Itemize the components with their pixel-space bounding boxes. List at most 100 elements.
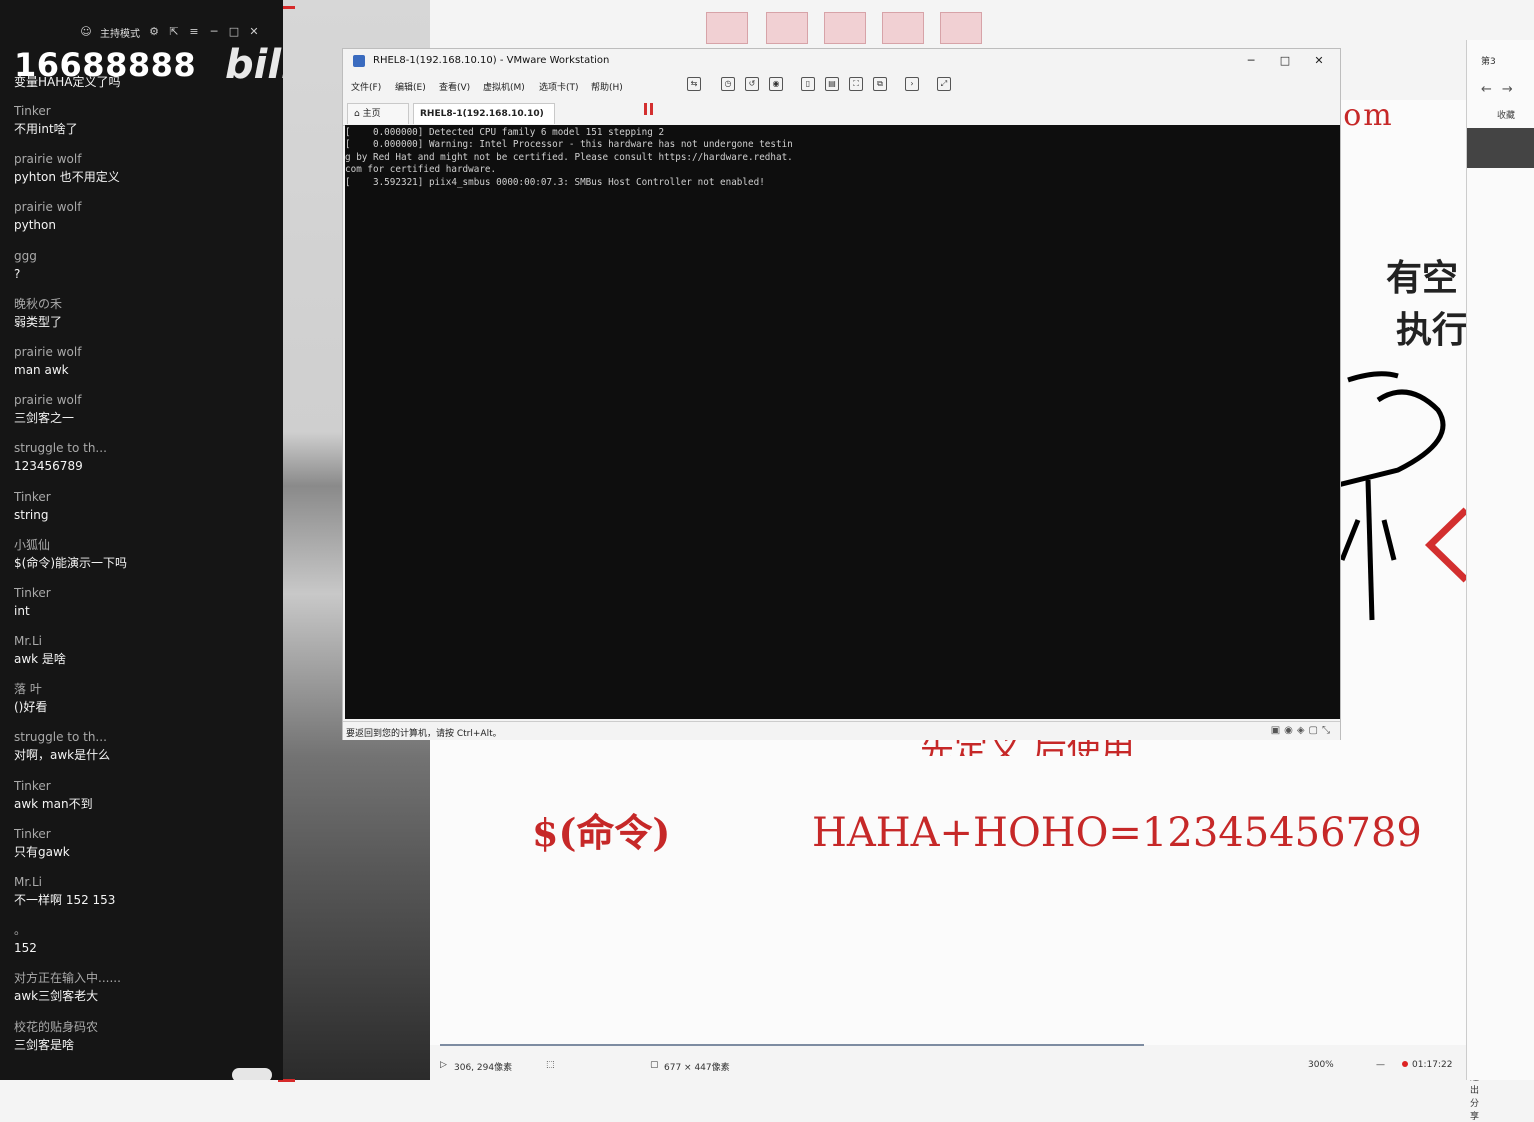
chat-username[interactable]: struggle to th... bbox=[14, 440, 274, 457]
desktop-icon[interactable] bbox=[882, 12, 924, 44]
chat-text: ()好看 bbox=[14, 700, 48, 715]
vm-console[interactable]: [ 0.000000] Detected CPU family 6 model … bbox=[345, 125, 1340, 719]
chat-username[interactable]: prairie wolf bbox=[14, 199, 274, 216]
restore-icon[interactable]: □ bbox=[228, 26, 240, 38]
chat-text: 只有gawk bbox=[14, 844, 70, 859]
chat-text: string bbox=[14, 507, 49, 522]
selection-icon: ⬚ bbox=[546, 1060, 555, 1070]
chat-username[interactable]: Tinker bbox=[14, 103, 274, 120]
host-icon: ☺ bbox=[80, 25, 92, 38]
host-mode-label[interactable]: 主持模式 bbox=[100, 25, 140, 40]
menu-tabs[interactable]: 选项卡(T) bbox=[539, 80, 579, 93]
revert-snapshot-icon[interactable]: ↺ bbox=[745, 77, 759, 91]
unity-icon[interactable]: ⧉ bbox=[873, 77, 887, 91]
chat-username[interactable]: struggle to th... bbox=[14, 729, 274, 746]
chat-username[interactable]: Tinker bbox=[14, 585, 274, 602]
zoom-level[interactable]: 300% bbox=[1308, 1060, 1334, 1070]
chat-username[interactable]: 小狐仙 bbox=[14, 537, 274, 554]
menu-help[interactable]: 帮助(H) bbox=[591, 80, 623, 93]
popout-icon[interactable]: ⇱ bbox=[168, 26, 180, 38]
chat-message: prairie wolf pyhton 也不用定义 bbox=[14, 151, 274, 199]
terminal-icon[interactable]: › bbox=[905, 77, 919, 91]
chat-message: ggg? bbox=[14, 248, 274, 296]
chat-text: 三剑客是啥 bbox=[14, 1037, 75, 1052]
stretch-icon[interactable]: ⤢ bbox=[937, 77, 951, 91]
maximize-icon[interactable]: □ bbox=[1277, 54, 1293, 67]
chat-message: prairie wolf man awk bbox=[14, 344, 274, 392]
chat-username[interactable]: Tinker bbox=[14, 778, 274, 795]
vmware-window: RHEL8-1(192.168.10.10) - VMware Workstat… bbox=[342, 48, 1341, 740]
chat-text: awk 是啥 bbox=[14, 652, 66, 667]
menu-edit[interactable]: 编辑(E) bbox=[395, 80, 426, 93]
menu-vm[interactable]: 虚拟机(M) bbox=[483, 80, 525, 93]
chat-message: Tinker int bbox=[14, 585, 274, 633]
chat-text: 不一样啊 152 153 bbox=[14, 893, 116, 907]
chat-message: 小狐仙 $(命令)能演示一下吗 bbox=[14, 537, 274, 585]
horizontal-scrollbar[interactable] bbox=[440, 1044, 1144, 1046]
command-syntax: $(命令) bbox=[532, 810, 671, 855]
console-view-icon[interactable]: ▤ bbox=[825, 77, 839, 91]
chat-username[interactable]: ggg bbox=[14, 248, 274, 265]
chat-username[interactable]: 。 bbox=[14, 922, 274, 939]
chat-message: Tinker awk man不到 bbox=[14, 778, 274, 826]
chat-message: 对方正在输入中...... awk三剑客老大 bbox=[14, 970, 274, 1018]
tab-rhel8[interactable]: RHEL8-1(192.168.10.10) × bbox=[413, 103, 555, 139]
title-bar[interactable]: RHEL8-1(192.168.10.10) - VMware Workstat… bbox=[343, 49, 1340, 73]
browser-window: 第3 ←→ 收藏 bbox=[1466, 40, 1534, 1080]
snapshot-icon[interactable]: ◷ bbox=[721, 77, 735, 91]
chat-message: 晚秋の禾 弱类型了 bbox=[14, 296, 274, 344]
chat-message: Tinker string bbox=[14, 489, 274, 537]
chat-username[interactable]: 对方正在输入中...... bbox=[14, 970, 274, 987]
chat-username[interactable]: 晚秋の禾 bbox=[14, 296, 274, 313]
chat-list: 变量HAHA定义了吗 Tinker 不用int啥了 prairie wolf pyhto… bbox=[14, 73, 274, 1067]
chat-text: pyhton 也不用定义 bbox=[14, 170, 120, 185]
vm-tab-bar: ⌂ 主页 RHEL8-1(192.168.10.10) × bbox=[343, 101, 1340, 139]
browser-content bbox=[1467, 128, 1534, 168]
variable-equation: HAHA+HOHO=12345456789 bbox=[812, 810, 1422, 856]
chat-message: struggle to th... 123456789 bbox=[14, 440, 274, 488]
chat-input-button[interactable] bbox=[232, 1068, 272, 1080]
minimize-icon[interactable]: ─ bbox=[208, 26, 220, 38]
desktop-icon[interactable] bbox=[824, 12, 866, 44]
chat-username[interactable]: Tinker bbox=[14, 489, 274, 506]
chat-username[interactable]: prairie wolf bbox=[14, 344, 274, 361]
live-chat-panel: ☺ 主持模式 ⚙ ⇱ ≡ ─ □ ✕ 16688888 bilibili 变量H… bbox=[0, 0, 283, 1080]
chat-text: 变量HAHA定义了吗 bbox=[14, 75, 121, 89]
zoom-out-icon[interactable]: — bbox=[1376, 1060, 1385, 1070]
chat-message: 校花的贴身码农 三剑客是啥 bbox=[14, 1019, 274, 1067]
menu-bar: 文件(F) 编辑(E) 查看(V) 虚拟机(M) 选项卡(T) 帮助(H) ⇆ … bbox=[343, 75, 1340, 115]
settings-icon[interactable]: ⚙ bbox=[148, 26, 160, 38]
chat-username[interactable]: Mr.Li bbox=[14, 633, 274, 650]
desktop-icon[interactable] bbox=[706, 12, 748, 44]
menu-view[interactable]: 查看(V) bbox=[439, 80, 470, 93]
desktop-icon[interactable] bbox=[940, 12, 982, 44]
chat-username[interactable]: 校花的贴身码农 bbox=[14, 1019, 274, 1036]
close-icon[interactable]: ✕ bbox=[1311, 54, 1327, 67]
snapshot-manager-icon[interactable]: ◉ bbox=[769, 77, 783, 91]
browser-tab[interactable]: 第3 bbox=[1481, 54, 1496, 67]
chat-username[interactable]: 落 叶 bbox=[14, 681, 274, 698]
device-icons[interactable]: ▣◉◈▢⤡ bbox=[1271, 725, 1334, 736]
browser-nav[interactable]: ←→ bbox=[1481, 82, 1523, 97]
sidebar-toggle-icon[interactable]: ▯ bbox=[801, 77, 815, 91]
send-keys-icon[interactable]: ⇆ bbox=[687, 77, 701, 91]
chat-username[interactable]: prairie wolf bbox=[14, 151, 274, 168]
menu-icon[interactable]: ≡ bbox=[188, 26, 200, 38]
fullscreen-icon[interactable]: ⛶ bbox=[849, 77, 863, 91]
size-icon: ▢ bbox=[650, 1060, 659, 1070]
menu-file[interactable]: 文件(F) bbox=[351, 80, 381, 93]
chat-text: 对啊，awk是什么 bbox=[14, 748, 111, 763]
desktop-icon[interactable] bbox=[766, 12, 808, 44]
tab-home[interactable]: ⌂ 主页 bbox=[347, 103, 409, 124]
chat-username[interactable]: Tinker bbox=[14, 826, 274, 843]
close-icon[interactable]: ✕ bbox=[248, 26, 260, 38]
chat-text: $(命令)能演示一下吗 bbox=[14, 555, 127, 570]
chat-username[interactable]: prairie wolf bbox=[14, 392, 274, 409]
window-title: RHEL8-1(192.168.10.10) - VMware Workstat… bbox=[373, 55, 610, 66]
slide-heading-partial: 有空 执行 bbox=[1386, 257, 1466, 351]
vm-status-bar: 要返回到您的计算机，请按 Ctrl+Alt。 ▣◉◈▢⤡ bbox=[343, 721, 1340, 740]
chat-username[interactable]: Mr.Li bbox=[14, 874, 274, 891]
chat-message: 。 152 bbox=[14, 922, 274, 970]
minimize-icon[interactable]: ─ bbox=[1243, 54, 1259, 67]
favorites-label[interactable]: 收藏 bbox=[1497, 108, 1515, 121]
